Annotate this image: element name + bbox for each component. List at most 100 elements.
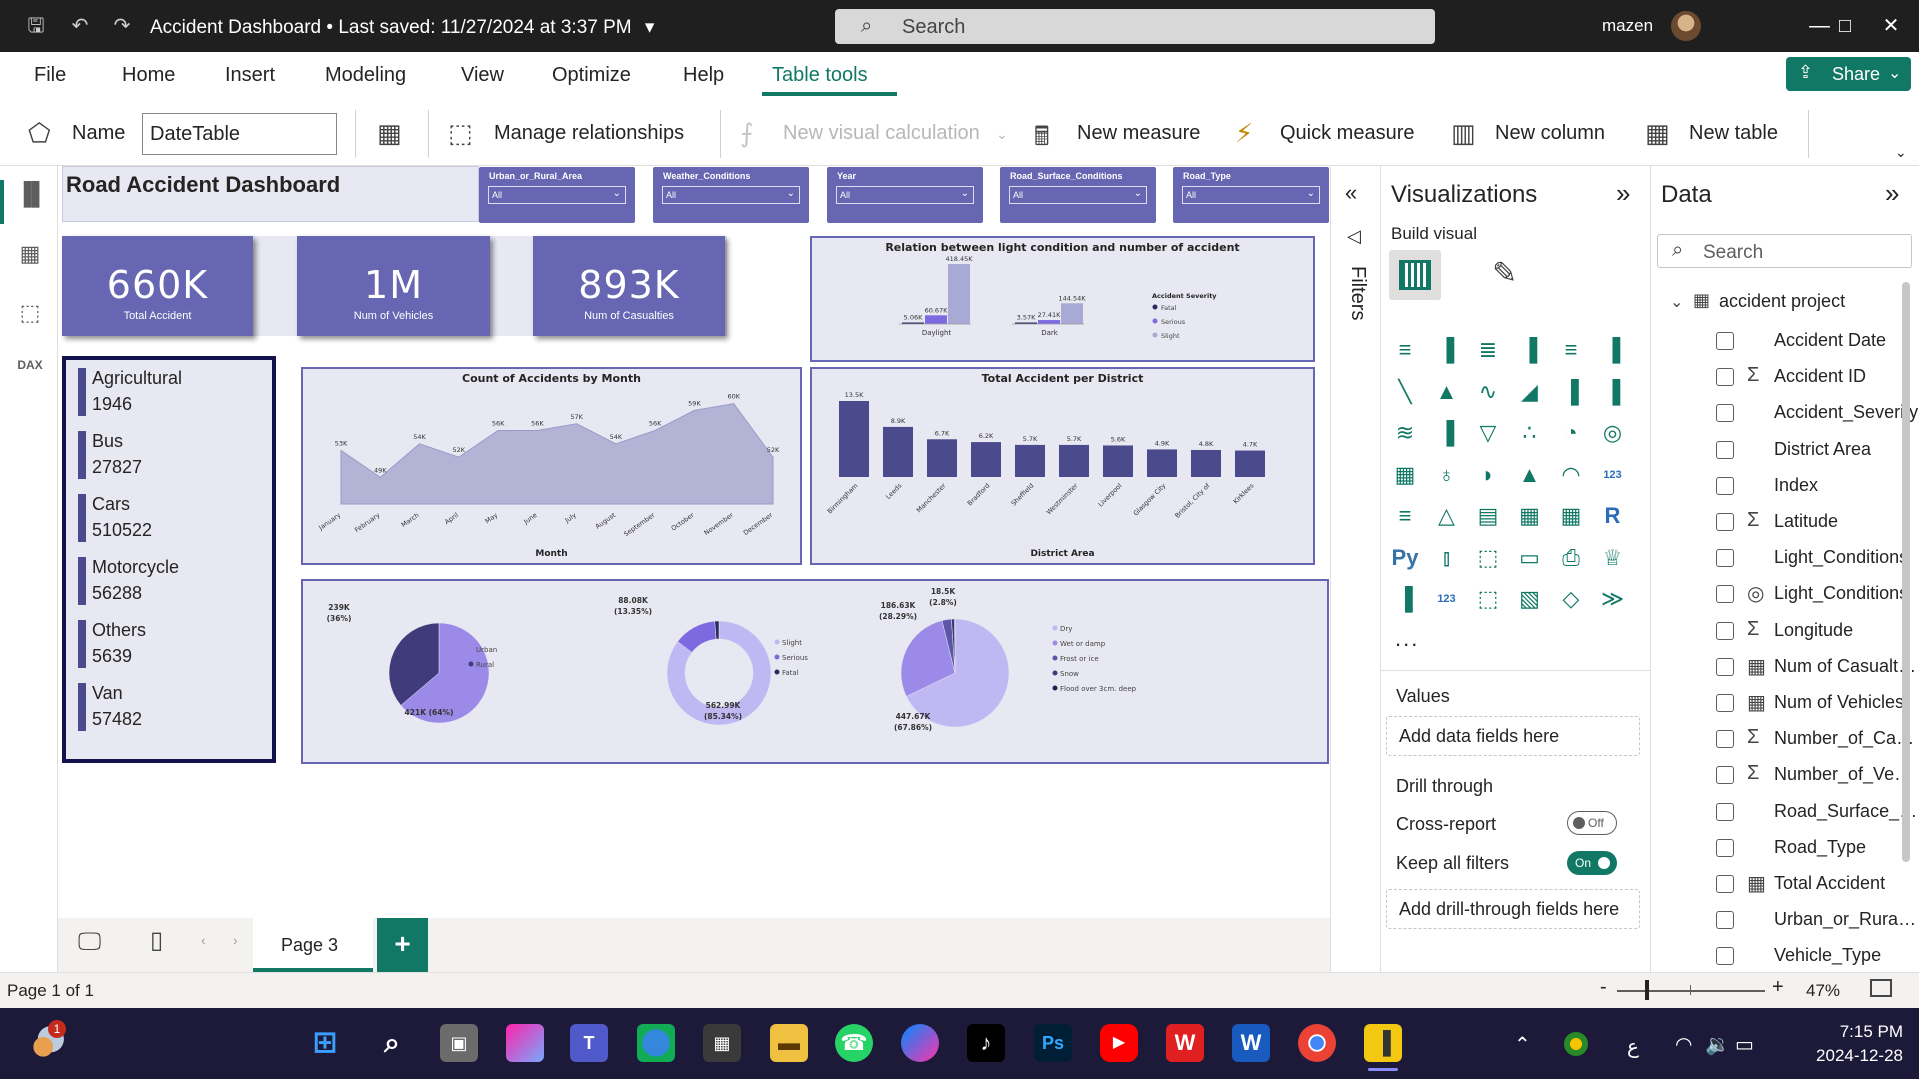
dax-query-view-icon[interactable]: DAX bbox=[16, 358, 44, 386]
scrollbar[interactable] bbox=[1902, 282, 1910, 862]
field-checkbox[interactable] bbox=[1716, 368, 1734, 387]
filters-label[interactable]: Filters bbox=[1346, 266, 1369, 320]
values-drop-well[interactable]: Add data fields here bbox=[1386, 716, 1640, 756]
slicer-dropdown[interactable]: All ⌄ bbox=[488, 186, 626, 204]
field-checkbox[interactable] bbox=[1716, 440, 1734, 459]
messenger-icon[interactable] bbox=[901, 1024, 939, 1062]
map-icon[interactable]: ♁ bbox=[1431, 459, 1463, 491]
volume-icon[interactable]: 🔉 bbox=[1705, 1032, 1730, 1057]
field-checkbox[interactable] bbox=[1716, 657, 1734, 676]
stacked-column-icon[interactable]: ▐ bbox=[1431, 334, 1463, 366]
global-search-input[interactable]: ⌕ Search bbox=[835, 9, 1435, 44]
azure-map-icon[interactable]: ▲ bbox=[1514, 459, 1546, 491]
kpi-card-total-accident[interactable]: 660K Total Accident bbox=[62, 236, 253, 336]
tray-app-icon[interactable] bbox=[1564, 1032, 1588, 1056]
pie-charts-panel[interactable]: 421K (64%) 239K (36%) Urban Rural 562.99K (85.… bbox=[301, 579, 1329, 764]
table-icon[interactable]: ▦ bbox=[1514, 500, 1546, 532]
pie-icon[interactable]: ◔ bbox=[1555, 417, 1587, 449]
redo-icon[interactable]: ↷ bbox=[110, 14, 134, 38]
field-checkbox[interactable] bbox=[1716, 513, 1734, 531]
narrative-icon[interactable]: ⎙ bbox=[1555, 542, 1587, 574]
power-bi-icon[interactable]: ▐ bbox=[1364, 1024, 1402, 1062]
area-icon[interactable]: ▲ bbox=[1431, 376, 1463, 408]
expand-filters-icon[interactable]: « bbox=[1345, 180, 1357, 206]
field-checkbox[interactable] bbox=[1716, 838, 1734, 857]
slicer-dropdown[interactable]: All ⌄ bbox=[1182, 186, 1320, 204]
slicer-icon[interactable]: ▤ bbox=[1472, 500, 1504, 532]
photoshop-icon[interactable]: Ps bbox=[1034, 1024, 1072, 1062]
zoom-slider[interactable] bbox=[1617, 990, 1765, 992]
start-icon[interactable]: ⊞ bbox=[306, 1024, 344, 1062]
report-view-icon[interactable]: ▐▌ bbox=[16, 181, 47, 209]
task-view-icon[interactable]: ▣ bbox=[440, 1024, 478, 1062]
table-name[interactable]: accident project bbox=[1719, 291, 1845, 312]
vehicle-type-list[interactable]: Agricultural 1946 Bus 27827 Cars 510522 Mot… bbox=[62, 356, 276, 763]
wps-icon[interactable]: W bbox=[1166, 1024, 1204, 1062]
field-item[interactable]: ◎ Light_Conditions bbox=[1716, 581, 1916, 609]
more-visuals-icon[interactable]: ... bbox=[1395, 626, 1419, 652]
new-visual-calculation-button[interactable]: New visual calculation bbox=[783, 122, 980, 145]
scatter-icon[interactable]: ∴ bbox=[1514, 417, 1546, 449]
undo-icon[interactable]: ↶ bbox=[68, 14, 92, 38]
diamond-visual-icon[interactable]: ◇ bbox=[1555, 583, 1587, 615]
file-explorer-icon[interactable]: ▬ bbox=[770, 1024, 808, 1062]
field-item[interactable]: Accident_Severity bbox=[1716, 400, 1918, 428]
share-button[interactable]: ⇪ Share ⌄ bbox=[1786, 57, 1911, 91]
calendar-icon[interactable]: ▦ bbox=[377, 118, 402, 149]
desktop-layout-icon[interactable]: 🖵 bbox=[78, 928, 101, 956]
donut-icon[interactable]: ◎ bbox=[1597, 417, 1629, 449]
slicer-year[interactable]: Year All ⌄ bbox=[827, 167, 983, 223]
model-view-icon[interactable]: ⬚ bbox=[16, 300, 44, 328]
store-icon[interactable]: ▦ bbox=[703, 1024, 741, 1062]
avatar[interactable] bbox=[1671, 11, 1701, 41]
filled-map-icon[interactable]: ◗ bbox=[1472, 459, 1504, 491]
filters-pane-collapsed[interactable]: « ◁ Filters bbox=[1330, 166, 1380, 972]
line-clustered-column-icon[interactable]: ▐ bbox=[1597, 376, 1629, 408]
field-item[interactable]: Road_Surface_Conditions bbox=[1716, 799, 1919, 827]
field-item[interactable]: ▦ Num of Vehicles bbox=[1716, 690, 1916, 718]
clock-time[interactable]: 7:15 PM bbox=[1813, 1022, 1903, 1042]
field-checkbox[interactable] bbox=[1716, 766, 1734, 785]
language-indicator[interactable]: ع bbox=[1627, 1034, 1639, 1059]
card-icon[interactable]: 123 bbox=[1597, 459, 1629, 491]
new-card-icon[interactable]: 123 bbox=[1431, 583, 1463, 615]
100-area-icon[interactable]: ◢ bbox=[1514, 376, 1546, 408]
field-checkbox[interactable] bbox=[1716, 476, 1734, 495]
key-influencers-icon[interactable]: ⫾ bbox=[1431, 542, 1463, 574]
waterfall-icon[interactable]: ▐ bbox=[1431, 417, 1463, 449]
slicer-dropdown[interactable]: All ⌄ bbox=[662, 186, 800, 204]
field-item[interactable]: Σ Number_of_Casualties bbox=[1716, 726, 1919, 754]
field-item[interactable]: Σ Longitude bbox=[1716, 618, 1916, 646]
r-visual-icon[interactable]: R bbox=[1597, 500, 1629, 532]
field-item[interactable]: ▦ Total Accident bbox=[1716, 871, 1916, 899]
field-checkbox[interactable] bbox=[1716, 549, 1734, 568]
menu-view[interactable]: View bbox=[461, 64, 504, 87]
chevron-down-icon[interactable]: ⌄ bbox=[1670, 292, 1683, 312]
teams-icon[interactable]: T bbox=[570, 1024, 608, 1062]
field-item[interactable]: District Area bbox=[1716, 437, 1916, 465]
table-view-icon[interactable]: ▦ bbox=[16, 241, 44, 269]
slicer-urban-rural[interactable]: Urban_or_Rural_Area All ⌄ bbox=[479, 167, 635, 223]
youtube-icon[interactable]: ▶ bbox=[1100, 1024, 1138, 1062]
gauge-icon[interactable]: ◠ bbox=[1555, 459, 1587, 491]
chevron-down-icon[interactable]: ⌄ bbox=[996, 126, 1008, 143]
field-checkbox[interactable] bbox=[1716, 621, 1734, 640]
whatsapp-icon[interactable]: ☎ bbox=[835, 1024, 873, 1062]
menu-modeling[interactable]: Modeling bbox=[325, 64, 406, 87]
chevron-down-icon[interactable]: ▾ bbox=[645, 17, 655, 38]
taskbar-search-icon[interactable]: ⌕ bbox=[373, 1024, 411, 1062]
ribbon-icon[interactable]: ≋ bbox=[1389, 417, 1421, 449]
menu-table-tools[interactable]: Table tools bbox=[772, 64, 868, 87]
quick-measure-button[interactable]: Quick measure bbox=[1280, 122, 1415, 145]
previous-page-icon[interactable]: ‹ bbox=[201, 932, 206, 948]
battery-icon[interactable]: ▭ bbox=[1735, 1032, 1754, 1057]
100-bar-icon[interactable]: ≡ bbox=[1555, 334, 1587, 366]
field-item[interactable]: Road_Type bbox=[1716, 835, 1916, 863]
qa-icon[interactable]: ▭ bbox=[1514, 542, 1546, 574]
field-item[interactable]: ▦ Num of Casualties bbox=[1716, 654, 1919, 682]
new-table-button[interactable]: New table bbox=[1689, 122, 1778, 145]
table-name-input[interactable] bbox=[142, 113, 337, 155]
chevron-up-icon[interactable]: ⌃ bbox=[1514, 1032, 1531, 1057]
data-search-input[interactable]: ⌕ Search bbox=[1657, 234, 1912, 268]
chart-light-condition[interactable]: Relation between light condition and num… bbox=[810, 236, 1315, 362]
